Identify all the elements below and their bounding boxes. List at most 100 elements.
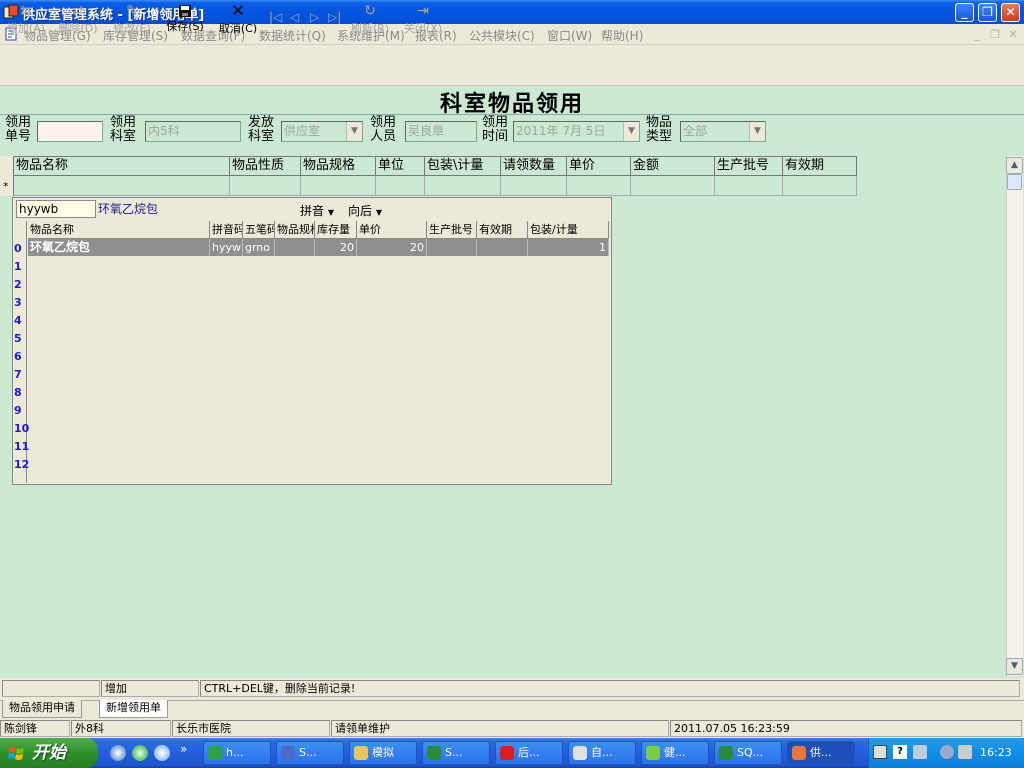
row-number: 8 — [14, 386, 22, 399]
lookup-column-header[interactable]: 单价 — [357, 221, 427, 239]
task-button[interactable]: 健... — [641, 741, 709, 765]
network-icon[interactable] — [913, 745, 927, 759]
time-label: 领用时间 — [482, 115, 509, 144]
tab-goods-request[interactable]: 物品领用申请 — [2, 700, 82, 718]
dept-input[interactable]: 内5科 — [145, 121, 241, 142]
floppy-icon — [179, 5, 191, 17]
task-button[interactable]: 模拟 — [349, 741, 417, 765]
row-number: 12 — [14, 458, 30, 471]
scroll-thumb[interactable] — [1007, 174, 1022, 190]
close-button[interactable]: ✕ — [1001, 3, 1020, 22]
menu-item-common[interactable]: 公共模块(C) — [469, 27, 535, 44]
lookup-column-header[interactable]: 库存量 — [315, 221, 357, 239]
lookup-column-header[interactable]: 生产批号 — [427, 221, 477, 239]
column-header[interactable]: 物品名称 — [14, 156, 230, 176]
lookup-column-header[interactable]: 五笔码 — [243, 221, 275, 239]
task-button[interactable]: S... — [276, 741, 344, 765]
grid-cell[interactable] — [14, 176, 230, 196]
refresh-button[interactable]: ↻ 刷新(R) — [348, 2, 392, 38]
chevron-down-icon[interactable]: ▼ — [749, 122, 765, 141]
column-header[interactable]: 单价 — [567, 156, 631, 176]
vertical-scrollbar[interactable] — [1006, 156, 1023, 676]
restore-button[interactable]: ❐ — [978, 3, 997, 22]
add-label: 增加(A) — [6, 22, 46, 35]
lookup-direction-select[interactable]: 向后 ▼ — [348, 202, 382, 219]
task-button[interactable]: 后... — [495, 741, 563, 765]
keyboard-icon[interactable] — [873, 745, 887, 759]
mdi-minimize-button[interactable]: _ — [970, 29, 984, 41]
grid-cell[interactable] — [230, 176, 301, 196]
lookup-column-header[interactable]: 物品名称 — [28, 221, 210, 239]
task-button[interactable]: 自... — [568, 741, 636, 765]
chevron-down-icon[interactable]: ▼ — [346, 122, 362, 141]
cancel-button[interactable]: ✕ 取消(C) — [216, 2, 260, 38]
order-no-label: 领用单号 — [5, 115, 32, 144]
help-icon[interactable]: ? — [893, 745, 907, 759]
category-select[interactable]: 全部 ▼ — [680, 121, 766, 142]
column-header[interactable]: 请领数量 — [501, 156, 567, 176]
order-no-input[interactable] — [37, 121, 103, 142]
task-button[interactable]: SQ... — [714, 741, 782, 765]
issue-dept-select[interactable]: 供应室 ▼ — [281, 121, 363, 142]
menu-item-window[interactable]: 窗口(W) — [547, 27, 592, 44]
delete-button[interactable]: ⇄ 删除(D) — [56, 2, 100, 38]
grid-cell[interactable] — [376, 176, 425, 196]
ie-icon[interactable] — [110, 745, 126, 761]
task-label: S... — [445, 746, 463, 759]
column-header[interactable]: 有效期 — [783, 156, 857, 176]
task-button[interactable]: S... — [422, 741, 490, 765]
mdi-restore-button[interactable]: ❐ — [988, 29, 1002, 41]
column-header[interactable]: 金额 — [631, 156, 715, 176]
task-label: 供... — [810, 746, 832, 759]
task-button-active[interactable]: 供... — [787, 741, 855, 765]
chevron-down-icon: ▼ — [327, 208, 334, 217]
task-icon — [281, 746, 295, 760]
back-arrow-icon[interactable] — [940, 745, 954, 759]
grid-cell[interactable] — [783, 176, 857, 196]
issue-dept-label: 发放科室 — [248, 115, 275, 144]
grid-cell[interactable] — [631, 176, 715, 196]
grid-cell[interactable] — [715, 176, 783, 196]
time-picker[interactable]: 2011年 7月 5日 ▼ — [513, 121, 640, 142]
person-input[interactable]: 吴良章 — [405, 121, 477, 142]
desktop-icon[interactable] — [154, 745, 170, 761]
grid-cell[interactable] — [501, 176, 567, 196]
save-button[interactable]: 保存(S) — [163, 2, 207, 38]
lookup-column-header[interactable]: 物品规格 — [275, 221, 315, 239]
tab-new-order[interactable]: 新增领用单 — [99, 700, 168, 718]
browser-icon[interactable] — [132, 745, 148, 761]
first-record-button[interactable]: |◁ — [269, 10, 282, 24]
prev-record-button[interactable]: ◁ — [290, 10, 299, 24]
grid-cell[interactable] — [425, 176, 501, 196]
last-record-button[interactable]: ▷| — [328, 10, 341, 24]
windows-logo-icon — [8, 747, 24, 760]
mdi-close-button[interactable]: ✕ — [1006, 29, 1020, 41]
add-button[interactable]: ⇆ 增加(A) — [4, 2, 48, 38]
grid-cell[interactable] — [301, 176, 376, 196]
quicklaunch-more-icon[interactable]: » — [180, 742, 187, 756]
close-form-label: 关闭(X) — [403, 22, 443, 35]
lookup-mode-select[interactable]: 拼音 ▼ — [300, 202, 334, 219]
column-header[interactable]: 包装\计量 — [425, 156, 501, 176]
lookup-column-header[interactable]: 有效期 — [477, 221, 528, 239]
lookup-column-header[interactable]: 拼音码 — [210, 221, 243, 239]
close-form-button[interactable]: ⇥ 关闭(X) — [401, 2, 445, 38]
column-header[interactable]: 单位 — [376, 156, 425, 176]
lookup-search-input[interactable]: hyywb — [16, 200, 96, 218]
menu-item-help[interactable]: 帮助(H) — [601, 27, 643, 44]
column-header[interactable]: 物品性质 — [230, 156, 301, 176]
volume-icon[interactable] — [958, 745, 972, 759]
modify-button[interactable]: ✎ 修改(E) — [110, 2, 154, 38]
grid-cell[interactable] — [567, 176, 631, 196]
chevron-down-icon[interactable]: ▼ — [623, 122, 639, 141]
column-header[interactable]: 物品规格 — [301, 156, 376, 176]
lookup-column-header[interactable]: 包装/计量 — [528, 221, 609, 239]
task-icon — [427, 746, 441, 760]
task-button[interactable]: h... — [203, 741, 271, 765]
next-record-button[interactable]: ▷ — [310, 10, 319, 24]
scroll-up-icon[interactable]: ▲ — [1006, 157, 1023, 174]
column-header[interactable]: 生产批号 — [715, 156, 783, 176]
scroll-down-icon[interactable]: ▼ — [1006, 658, 1023, 675]
menu-item-stats[interactable]: 数据统计(Q) — [259, 27, 326, 44]
minimize-button[interactable]: _ — [955, 3, 974, 22]
